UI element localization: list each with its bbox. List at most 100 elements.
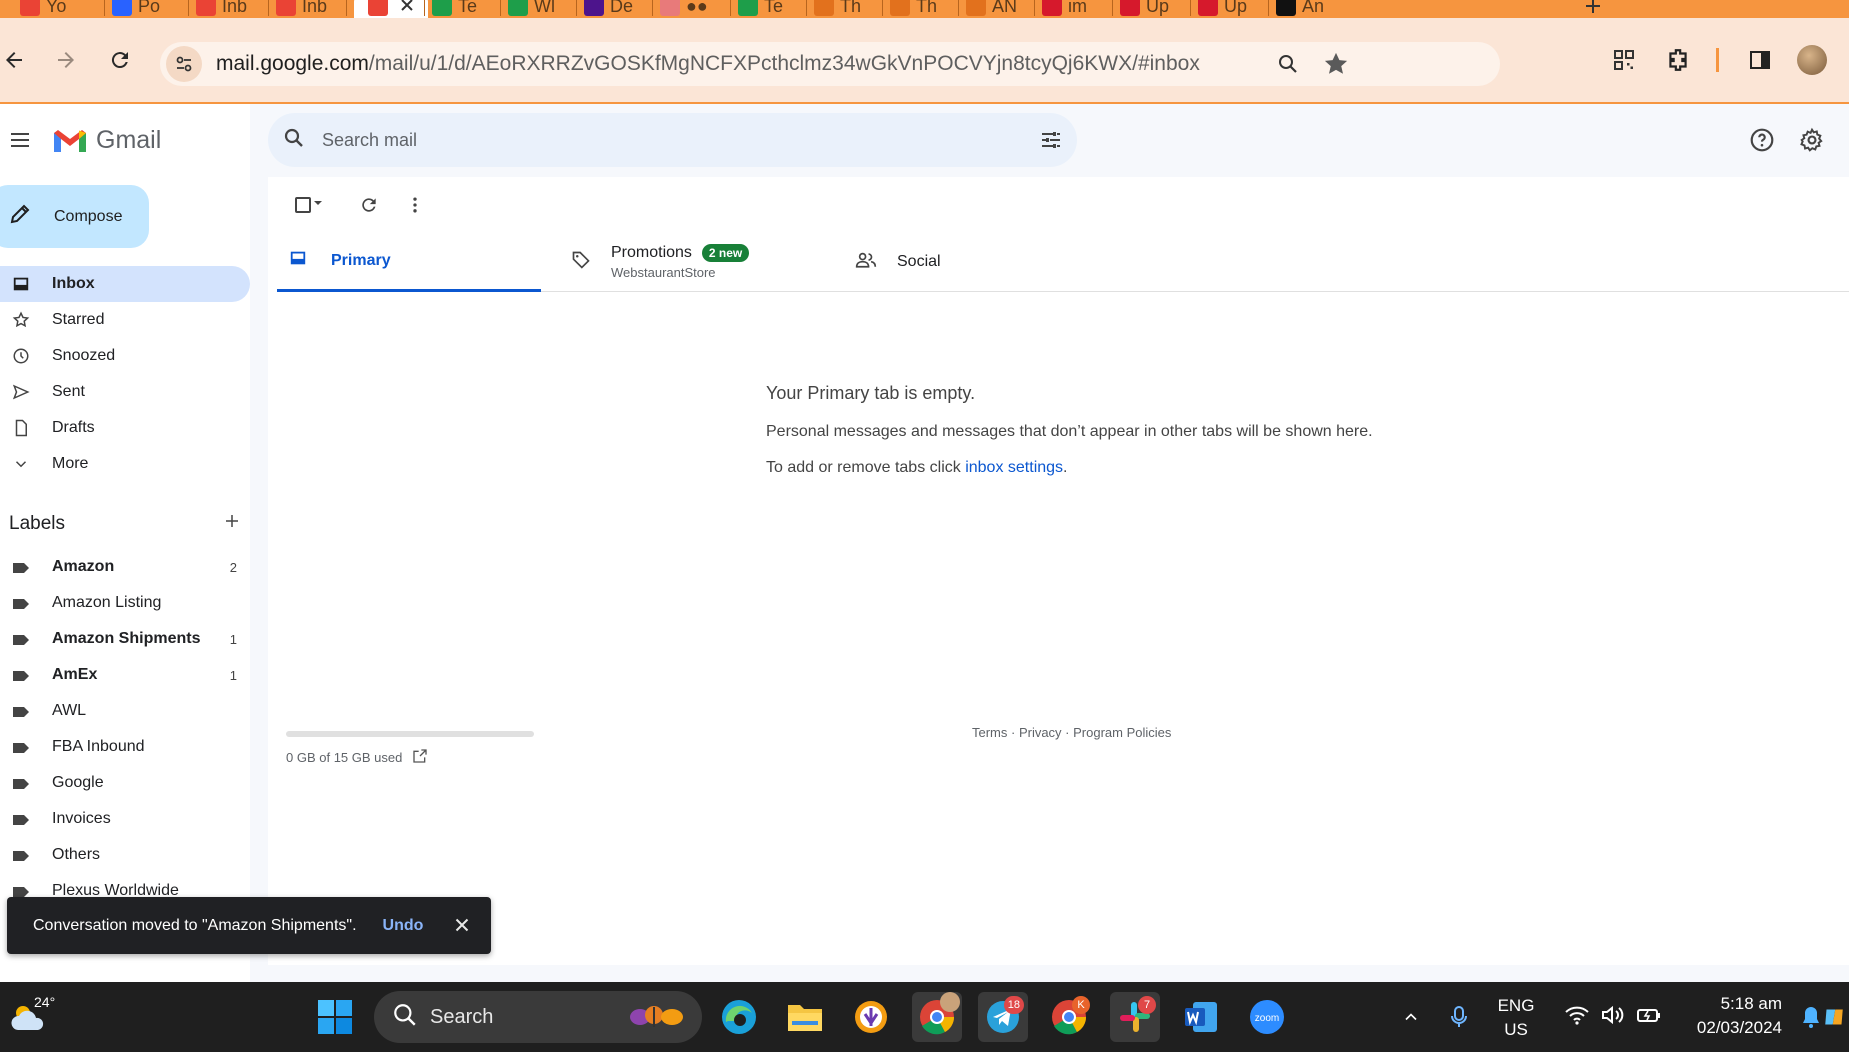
settings-gear-icon[interactable] [1796,124,1828,156]
gmail-logo-text: Gmail [96,126,162,154]
sidebar-nav: Inbox Starred Snoozed Sent Drafts More [0,266,250,482]
clock[interactable]: 5:18 am 02/03/2024 [1672,992,1782,1040]
pencil-icon [966,0,986,16]
sidebar-item-label: Drafts [52,419,95,436]
tab-primary[interactable]: Primary [277,232,541,292]
language-indicator[interactable]: ENG US [1488,994,1544,1042]
chrome-profile-k-icon[interactable]: K [1044,992,1094,1042]
browser-tab-label: Te [764,0,784,16]
tray-chevron-up-icon[interactable] [1386,992,1436,1042]
url-text[interactable]: mail.google.com/mail/u/1/d/AEoRXRRZvGOSK… [216,52,1200,76]
label-item[interactable]: Google [0,765,250,801]
tab-close-icon[interactable] [400,0,414,17]
browser-tab[interactable]: An [1276,0,1324,18]
browser-tab-label: Inb [222,0,248,16]
browser-tab[interactable] [354,0,428,18]
refresh-icon[interactable] [354,190,384,220]
inbox-icon [10,273,32,295]
taskbar-search[interactable]: Search [374,991,702,1043]
browser-tab[interactable]: Inb [196,0,247,18]
side-panel-icon[interactable] [1740,40,1780,80]
browser-tab[interactable]: Po [112,0,160,18]
weather-widget[interactable]: 24° [4,992,55,1042]
zoom-icon[interactable] [1276,52,1300,81]
profile-avatar[interactable] [1792,40,1832,80]
label-item[interactable]: Amazon 2 [0,549,250,585]
close-icon[interactable] [451,914,473,936]
browser-tab[interactable]: ●● [660,0,708,18]
browser-tab[interactable]: De [584,0,633,18]
word-icon[interactable] [1176,992,1226,1042]
volume-icon [1600,1004,1626,1031]
browser-tab[interactable]: im [1042,0,1087,18]
label-item[interactable]: FBA Inbound [0,729,250,765]
label-tag-icon [12,597,30,609]
zoom-app-icon[interactable]: zoom [1242,992,1292,1042]
browser-tab[interactable]: Up [1198,0,1247,18]
browser-tab[interactable]: AN [966,0,1017,18]
tab-social[interactable]: Social [855,232,1119,292]
chrome-icon[interactable] [912,992,962,1042]
tab-promotions[interactable]: Promotions 2 new WebstaurantStore [571,232,835,292]
search-bar[interactable]: Search mail [268,113,1077,167]
inbox-settings-link[interactable]: inbox settings [965,459,1063,476]
telegram-icon[interactable]: 18 [978,992,1028,1042]
label-item[interactable]: AWL [0,693,250,729]
copilot-icon[interactable] [1824,992,1849,1042]
reload-icon[interactable] [100,40,140,80]
main-menu-icon[interactable] [8,128,32,152]
sidebar-item-drafts[interactable]: Drafts [0,410,250,446]
microphone-icon[interactable] [1434,992,1484,1042]
sidebar-item-more[interactable]: More [0,446,250,482]
label-tag-icon [12,741,30,753]
help-icon[interactable] [1746,124,1778,156]
browser-tab[interactable]: Th [890,0,937,18]
label-item[interactable]: Amazon Listing [0,585,250,621]
qr-code-icon[interactable] [1604,40,1644,80]
browser-tab[interactable]: Up [1120,0,1169,18]
search-input[interactable]: Search mail [322,130,417,151]
label-unread-count: 1 [229,631,237,647]
create-label-plus-icon[interactable] [223,512,241,535]
search-options-icon[interactable] [1039,128,1063,157]
clock-date: 02/03/2024 [1696,1018,1782,1037]
back-icon[interactable] [0,40,34,80]
promotions-new-badge: 2 new [701,244,750,262]
new-tab-plus-icon[interactable] [1584,0,1602,18]
browser-tab[interactable]: Te [432,0,477,18]
browser-tab[interactable]: Yo [20,0,66,18]
gmail-logo[interactable]: Gmail [52,126,161,155]
browser-tab[interactable]: Inb [276,0,327,18]
open-external-icon[interactable] [412,748,428,767]
site-settings-icon[interactable] [166,46,202,82]
sidebar-item-snoozed[interactable]: Snoozed [0,338,250,374]
vpn-shield-icon[interactable] [846,992,896,1042]
windows-start-icon[interactable] [310,992,360,1042]
label-name: Amazon [52,558,115,575]
footer-links[interactable]: Terms · Privacy · Program Policies [972,725,1171,740]
sidebar-item-inbox[interactable]: Inbox [0,266,250,302]
system-tray-status[interactable] [1548,992,1678,1042]
browser-tab[interactable]: Te [738,0,783,18]
bookmark-star-icon[interactable] [1322,50,1350,83]
label-item[interactable]: Amazon Shipments 1 [0,621,250,657]
forward-icon[interactable] [46,40,86,80]
browser-tab[interactable]: Th [814,0,861,18]
sidebar-item-sent[interactable]: Sent [0,374,250,410]
edge-browser-icon[interactable] [714,992,764,1042]
file-explorer-icon[interactable] [780,992,830,1042]
address-bar[interactable]: mail.google.com/mail/u/1/d/AEoRXRRZvGOSK… [160,42,1500,86]
label-item[interactable]: AmEx 1 [0,657,250,693]
compose-button[interactable]: Compose [0,185,149,248]
undo-button[interactable]: Undo [383,917,424,935]
label-item[interactable]: Others [0,837,250,873]
extensions-icon[interactable] [1658,40,1698,80]
browser-tab[interactable]: Wl [508,0,555,18]
sidebar-item-starred[interactable]: Starred [0,302,250,338]
more-vert-icon[interactable] [400,190,430,220]
tab-promotions-label: Promotions [611,244,692,261]
label-item[interactable]: Invoices [0,801,250,837]
search-icon[interactable] [282,126,306,155]
select-dropdown-icon[interactable] [312,196,328,214]
slack-icon[interactable]: 7 [1110,992,1160,1042]
